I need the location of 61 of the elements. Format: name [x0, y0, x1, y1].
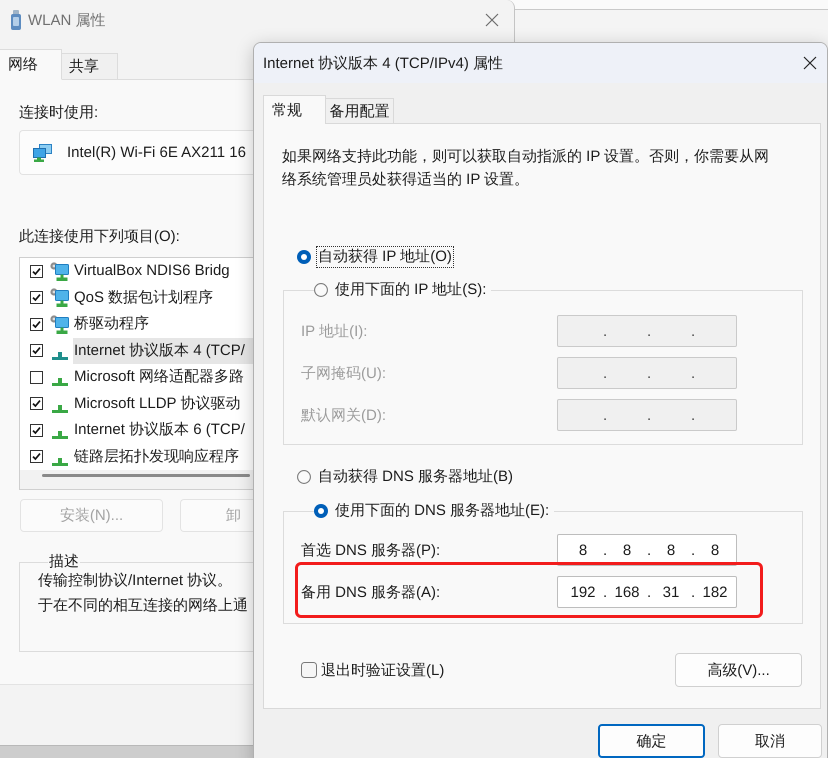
- list-item[interactable]: QoS 数据包计划程序: [73, 284, 253, 311]
- adapter-name: Intel(R) Wi-Fi 6E AX211 16: [67, 144, 246, 161]
- field-label: 子网掩码(U):: [301, 364, 386, 382]
- field-label: 备用 DNS 服务器(A):: [301, 582, 440, 602]
- field-label: 首选 DNS 服务器(P):: [301, 540, 440, 560]
- monitor-gear-icon: [50, 314, 69, 334]
- tab[interactable]: 网络: [0, 49, 62, 80]
- network-monitors-icon: [32, 144, 52, 162]
- network-node-icon: [52, 431, 68, 440]
- window-title: WLAN 属性: [28, 10, 106, 30]
- checkbox[interactable]: [30, 370, 43, 384]
- list-item[interactable]: 链路层拓扑发现响应程序: [73, 444, 253, 470]
- list-item[interactable]: 桥驱动程序: [73, 311, 253, 338]
- ok-button[interactable]: 确定: [598, 724, 705, 758]
- field-label: IP 地址(I):: [301, 322, 368, 340]
- advanced-button[interactable]: 高级(V)...: [675, 653, 802, 687]
- network-node-icon: [52, 404, 68, 413]
- list-item[interactable]: VirtualBox NDIS6 Bridg: [73, 258, 253, 284]
- checkbox[interactable]: [30, 344, 43, 358]
- scrollbar-thumb[interactable]: [42, 474, 250, 477]
- dialog-title: Internet 协议版本 4 (TCP/IPv4) 属性: [263, 54, 504, 72]
- group-title: 描述: [48, 553, 80, 571]
- adapter-icon: [10, 10, 22, 30]
- items-label: 此连接使用下列项目(O):: [19, 228, 180, 246]
- checkbox[interactable]: [30, 397, 43, 410]
- radio-icon[interactable]: [314, 504, 328, 518]
- radio-option[interactable]: 自动获得 DNS 服务器地址(B): [297, 467, 514, 487]
- tab[interactable]: 备用配置: [326, 98, 394, 124]
- list-item[interactable]: Internet 协议版本 4 (TCP/: [73, 338, 253, 364]
- description-text: 于在不同的相互连接的网络上通: [38, 596, 248, 616]
- checkbox[interactable]: [30, 318, 43, 331]
- description-text: 传输控制协议/Internet 协议。: [38, 571, 232, 591]
- intro-text: 如果网络支持此功能，则可以获取自动指派的 IP 设置。否则，你需要从网络系统管理员处获得适当的 IP 设置。: [282, 147, 770, 190]
- ip-address-field[interactable]: 8 . 8 . 8 . 8: [557, 534, 737, 566]
- connect-using-label: 连接时使用:: [19, 104, 98, 122]
- scrollbar-track[interactable]: [20, 470, 253, 489]
- radio-icon[interactable]: [297, 470, 311, 484]
- ip-address-field[interactable]: 192 . 168 . 31 . 182: [557, 576, 737, 608]
- list-item[interactable]: Microsoft LLDP 协议驱动: [73, 390, 253, 417]
- close-icon: [803, 56, 817, 70]
- list-item[interactable]: Microsoft 网络适配器多路: [73, 364, 253, 390]
- network-node-icon: [52, 458, 68, 466]
- tab[interactable]: 常规: [263, 95, 326, 124]
- field-label: 默认网关(D):: [301, 406, 386, 424]
- cancel-button[interactable]: 取消: [718, 724, 822, 758]
- monitor-gear-icon: [50, 262, 69, 281]
- list-item[interactable]: Internet 协议版本 6 (TCP/: [73, 417, 253, 444]
- radio-option[interactable]: 使用下面的 DNS 服务器地址(E):: [314, 501, 550, 521]
- tab[interactable]: 共享: [62, 53, 118, 80]
- network-node-icon: [52, 378, 68, 386]
- close-icon: [485, 13, 499, 27]
- checkbox[interactable]: [30, 291, 43, 304]
- network-node-icon: [52, 352, 68, 360]
- checkbox-option[interactable]: 退出时验证设置(L): [301, 660, 444, 680]
- monitor-gear-icon: [50, 288, 69, 308]
- radio-option[interactable]: 自动获得 IP 地址(O): [297, 247, 453, 267]
- checkbox[interactable]: [30, 450, 43, 464]
- radio-icon[interactable]: [297, 250, 311, 264]
- checkbox[interactable]: [30, 424, 43, 437]
- checkbox[interactable]: [30, 264, 43, 278]
- checkbox[interactable]: [301, 662, 317, 678]
